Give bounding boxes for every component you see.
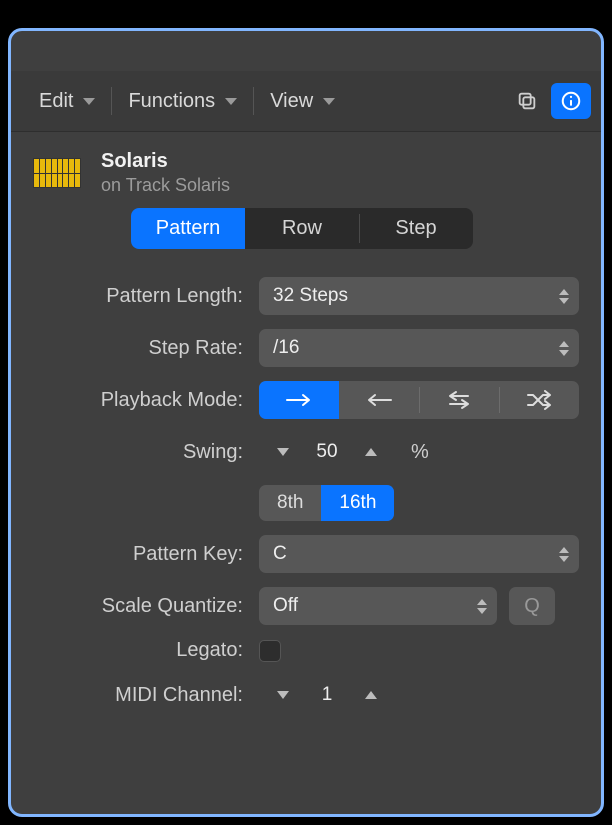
- divider: [253, 87, 254, 115]
- toolbar: Edit Functions View: [11, 71, 601, 132]
- copy-icon-button[interactable]: [507, 83, 547, 119]
- view-menu-label: View: [270, 90, 313, 113]
- info-icon-button[interactable]: [551, 83, 591, 119]
- swing-16th-button[interactable]: 16th: [321, 485, 394, 521]
- functions-menu-label: Functions: [128, 90, 215, 113]
- pattern-key-value: C: [273, 543, 287, 565]
- region-header: Solaris on Track Solaris: [11, 132, 601, 196]
- chevron-up-icon: [365, 448, 377, 456]
- functions-menu[interactable]: Functions: [116, 84, 249, 119]
- edit-menu[interactable]: Edit: [27, 84, 107, 119]
- quantize-button[interactable]: Q: [509, 587, 555, 625]
- midi-channel-stepper[interactable]: 1: [259, 676, 395, 714]
- step-sequencer-icon: [33, 158, 81, 188]
- scale-quantize-value: Off: [273, 595, 298, 617]
- pattern-length-label: Pattern Length:: [33, 285, 259, 308]
- swing-stepper[interactable]: 50: [259, 433, 395, 471]
- playback-forward-button[interactable]: [259, 381, 339, 419]
- legato-checkbox[interactable]: [259, 640, 281, 662]
- chevron-down-icon: [225, 98, 237, 105]
- playback-random-button[interactable]: [499, 381, 579, 419]
- playback-mode-label: Playback Mode:: [33, 389, 259, 412]
- chevron-down-icon: [277, 691, 289, 699]
- legato-label: Legato:: [33, 639, 259, 662]
- decrement-button[interactable]: [269, 681, 297, 709]
- chevron-down-icon: [323, 98, 335, 105]
- midi-channel-label: MIDI Channel:: [33, 684, 259, 707]
- chevron-down-icon: [277, 448, 289, 456]
- swing-unit: %: [411, 441, 429, 464]
- playback-pingpong-button[interactable]: [419, 381, 499, 419]
- region-title: Solaris: [101, 150, 230, 173]
- chevron-down-icon: [83, 98, 95, 105]
- step-rate-value: /16: [273, 337, 299, 359]
- region-subtitle: on Track Solaris: [101, 175, 230, 196]
- increment-button[interactable]: [357, 681, 385, 709]
- inspector-window: Edit Functions View: [8, 28, 604, 817]
- stepper-arrows-icon: [559, 289, 569, 304]
- pattern-length-value: 32 Steps: [273, 285, 348, 307]
- midi-channel-value[interactable]: 1: [297, 684, 357, 706]
- scope-segmented: Pattern Row Step: [131, 208, 473, 249]
- step-rate-select[interactable]: /16: [259, 329, 579, 367]
- stepper-arrows-icon: [559, 547, 569, 562]
- swing-8th-button[interactable]: 8th: [259, 485, 321, 521]
- swing-value[interactable]: 50: [297, 441, 357, 463]
- scale-quantize-label: Scale Quantize:: [33, 595, 259, 618]
- form: Pattern Length: 32 Steps Step Rate: /16 …: [11, 249, 601, 714]
- playback-mode-segmented: [259, 381, 579, 419]
- decrement-button[interactable]: [269, 438, 297, 466]
- scale-quantize-select[interactable]: Off: [259, 587, 497, 625]
- pattern-key-label: Pattern Key:: [33, 543, 259, 566]
- chevron-up-icon: [365, 691, 377, 699]
- stepper-arrows-icon: [559, 341, 569, 356]
- playback-backward-button[interactable]: [339, 381, 419, 419]
- edit-menu-label: Edit: [39, 90, 73, 113]
- swing-division-segmented: 8th 16th: [259, 485, 394, 521]
- divider: [111, 87, 112, 115]
- view-menu[interactable]: View: [258, 84, 347, 119]
- pattern-length-select[interactable]: 32 Steps: [259, 277, 579, 315]
- swing-label: Swing:: [33, 441, 259, 464]
- pattern-key-select[interactable]: C: [259, 535, 579, 573]
- increment-button[interactable]: [357, 438, 385, 466]
- step-rate-label: Step Rate:: [33, 337, 259, 360]
- tab-step[interactable]: Step: [359, 208, 473, 249]
- tab-row[interactable]: Row: [245, 208, 359, 249]
- tab-pattern[interactable]: Pattern: [131, 208, 245, 249]
- stepper-arrows-icon: [477, 599, 487, 614]
